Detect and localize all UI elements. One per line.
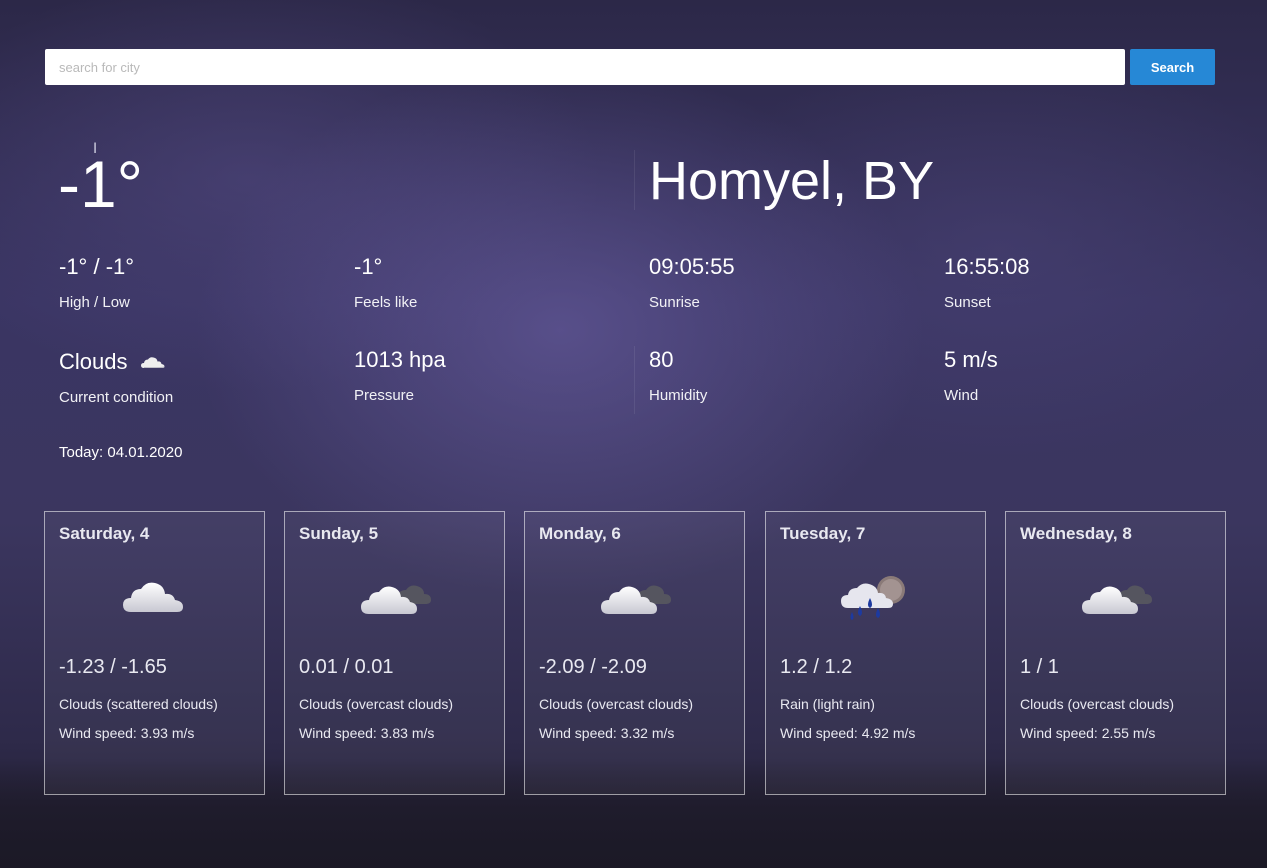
forecast-day: Sunday, 5 — [299, 524, 379, 543]
forecast-card: Saturday, 4 -1.23 / -1.65 Clouds (scatte… — [44, 511, 265, 795]
overcast-clouds-icon — [1082, 585, 1152, 614]
current-temperature: -1° — [58, 147, 144, 221]
column-divider — [634, 150, 635, 210]
forecast-temperature: 1.2 / 1.2 — [780, 656, 853, 678]
stat-pressure: 1013 hpa Pressure — [354, 347, 634, 404]
forecast-description: Clouds (overcast clouds) — [1020, 696, 1175, 712]
forecast-temperature: -1.23 / -1.65 — [59, 656, 167, 678]
forecast-card: Monday, 6 -2.09 / -2.09 Clouds (overcast… — [524, 511, 745, 795]
stat-wind: 5 m/s Wind — [944, 347, 1224, 404]
forecast-wind: Wind speed: 3.83 m/s — [299, 725, 435, 741]
forecast-card: Tuesday, 7 1.2 / 1.2 Rain (light rain) W… — [765, 511, 986, 795]
overcast-clouds-icon — [601, 585, 671, 614]
forecast-temperature: 1 / 1 — [1020, 656, 1059, 678]
stat-sunrise: 09:05:55 Sunrise — [649, 254, 929, 311]
forecast-description: Clouds (scattered clouds) — [59, 696, 218, 712]
column-divider — [634, 346, 635, 414]
search-bar: Search — [45, 49, 1215, 85]
stat-label: Feels like — [354, 294, 418, 311]
stat-feels-like: -1° Feels like — [354, 254, 634, 311]
cloud-icon — [123, 582, 183, 612]
stat-label: Pressure — [354, 387, 415, 404]
stat-sunset: 16:55:08 Sunset — [944, 254, 1224, 311]
stat-high-low: -1° / -1° High / Low — [59, 254, 339, 311]
stat-label: Humidity — [649, 387, 708, 404]
forecast-wind: Wind speed: 4.92 m/s — [780, 725, 916, 741]
stat-label: Sunrise — [649, 294, 700, 311]
stat-value: -1° — [354, 254, 383, 279]
stat-value: Clouds — [59, 349, 128, 374]
light-rain-icon — [841, 576, 905, 620]
stat-label: Wind — [944, 387, 979, 404]
stat-label: High / Low — [59, 294, 130, 311]
forecast-day: Monday, 6 — [539, 524, 621, 543]
today-date: Today: 04.01.2020 — [59, 444, 183, 461]
stat-value: 5 m/s — [944, 347, 998, 372]
search-input[interactable] — [45, 49, 1125, 85]
forecast-card: Sunday, 5 0.01 / 0.01 Clouds (overcast c… — [284, 511, 505, 795]
stat-label: Current condition — [59, 389, 174, 406]
forecast-day: Wednesday, 8 — [1020, 524, 1132, 543]
stat-value: 16:55:08 — [944, 254, 1030, 279]
overcast-clouds-icon — [361, 585, 431, 614]
stat-label: Sunset — [944, 294, 991, 311]
forecast-wind: Wind speed: 3.32 m/s — [539, 725, 675, 741]
cloud-icon — [140, 357, 165, 369]
stat-value: 09:05:55 — [649, 254, 735, 279]
forecast-temperature: 0.01 / 0.01 — [299, 656, 394, 678]
forecast-description: Clouds (overcast clouds) — [299, 696, 454, 712]
search-button[interactable]: Search — [1130, 49, 1215, 85]
stat-value: 1013 hpa — [354, 347, 446, 372]
forecast-description: Clouds (overcast clouds) — [539, 696, 694, 712]
forecast-wind: Wind speed: 2.55 m/s — [1020, 725, 1156, 741]
forecast-wind: Wind speed: 3.93 m/s — [59, 725, 195, 741]
stat-value: 80 — [649, 347, 674, 372]
forecast-temperature: -2.09 / -2.09 — [539, 656, 647, 678]
stat-value: -1° / -1° — [59, 254, 135, 279]
forecast-description: Rain (light rain) — [780, 696, 875, 712]
stat-condition: Clouds Current condition — [59, 349, 339, 406]
forecast-day: Tuesday, 7 — [780, 524, 866, 543]
city-name: Homyel, BY — [649, 151, 935, 211]
forecast-day: Saturday, 4 — [59, 524, 150, 543]
forecast-card: Wednesday, 8 1 / 1 Clouds (overcast clou… — [1005, 511, 1226, 795]
stat-humidity: 80 Humidity — [649, 347, 929, 404]
